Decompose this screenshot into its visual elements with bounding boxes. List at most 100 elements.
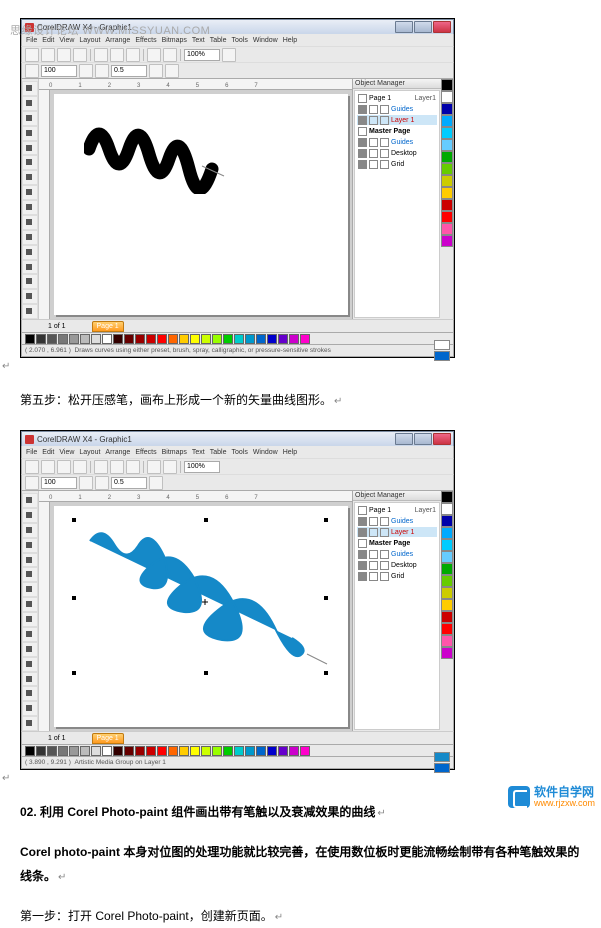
swatch[interactable]: [256, 746, 266, 756]
redo-icon[interactable]: [163, 460, 177, 474]
swatch[interactable]: [58, 746, 68, 756]
menu-item[interactable]: Tools: [231, 37, 247, 44]
swatch[interactable]: [441, 223, 453, 235]
edit-icon[interactable]: [380, 138, 389, 147]
swatch[interactable]: [157, 334, 167, 344]
print-icon[interactable]: [369, 116, 378, 125]
swatch[interactable]: [25, 334, 35, 344]
prop-btn[interactable]: [25, 476, 39, 490]
polygon-tool-icon[interactable]: [22, 612, 38, 627]
ellipse-tool-icon[interactable]: [22, 185, 38, 200]
new-icon[interactable]: [25, 48, 39, 62]
swatch[interactable]: [441, 623, 453, 635]
outline-tool-icon[interactable]: [22, 701, 38, 716]
layer-row[interactable]: Desktop: [357, 560, 437, 570]
next-page-icon[interactable]: [68, 734, 78, 743]
edit-icon[interactable]: [380, 116, 389, 125]
swatch[interactable]: [441, 163, 453, 175]
swatch[interactable]: [267, 334, 277, 344]
swatch[interactable]: [441, 539, 453, 551]
expand-icon[interactable]: [358, 94, 367, 103]
swatch[interactable]: [80, 334, 90, 344]
last-page-icon[interactable]: [80, 322, 90, 331]
maximize-icon[interactable]: [414, 21, 432, 33]
menu-item[interactable]: Arrange: [105, 449, 130, 456]
swatch[interactable]: [441, 635, 453, 647]
swatch[interactable]: [168, 746, 178, 756]
layer-row[interactable]: Desktop: [357, 148, 437, 158]
swatch[interactable]: [113, 334, 123, 344]
menu-item[interactable]: File: [26, 449, 37, 456]
swatch[interactable]: [441, 91, 453, 103]
swatch[interactable]: [58, 334, 68, 344]
print-icon[interactable]: [369, 572, 378, 581]
print-icon[interactable]: [369, 561, 378, 570]
pick-tool-icon[interactable]: [22, 81, 38, 96]
swatch[interactable]: [102, 746, 112, 756]
swatch[interactable]: [441, 211, 453, 223]
swatch[interactable]: [441, 599, 453, 611]
swatch[interactable]: [135, 746, 145, 756]
visibility-icon[interactable]: [358, 116, 367, 125]
swatch[interactable]: [278, 746, 288, 756]
edit-icon[interactable]: [380, 561, 389, 570]
minimize-icon[interactable]: [395, 433, 413, 445]
menu-item[interactable]: Window: [253, 449, 278, 456]
shape-tool-icon[interactable]: [22, 96, 38, 111]
expand-icon[interactable]: [358, 506, 367, 515]
layer-row[interactable]: Guides: [357, 104, 437, 114]
swatch[interactable]: [146, 746, 156, 756]
prop-btn[interactable]: [79, 64, 93, 78]
copy-icon[interactable]: [110, 48, 124, 62]
swatch[interactable]: [47, 334, 57, 344]
layer-master-row[interactable]: Master Page: [357, 538, 437, 548]
visibility-icon[interactable]: [358, 561, 367, 570]
swatch[interactable]: [157, 746, 167, 756]
swatch[interactable]: [441, 587, 453, 599]
undo-icon[interactable]: [147, 48, 161, 62]
page-tab[interactable]: Page 1: [92, 733, 124, 744]
crop-tool-icon[interactable]: [22, 111, 38, 126]
close-icon[interactable]: [433, 433, 451, 445]
swatch[interactable]: [36, 746, 46, 756]
smart-fill-icon[interactable]: [22, 567, 38, 582]
edit-icon[interactable]: [380, 550, 389, 559]
visibility-icon[interactable]: [358, 149, 367, 158]
prop-input[interactable]: [41, 477, 77, 489]
menu-item[interactable]: Window: [253, 37, 278, 44]
swatch[interactable]: [441, 187, 453, 199]
prop-btn[interactable]: [165, 64, 179, 78]
swatch[interactable]: [441, 491, 453, 503]
swatch[interactable]: [441, 127, 453, 139]
zoom-input[interactable]: [184, 49, 220, 61]
freehand-tool-icon[interactable]: [22, 141, 38, 156]
first-page-icon[interactable]: [24, 734, 34, 743]
layer-row-active[interactable]: Layer 1: [357, 527, 437, 537]
swatch[interactable]: [201, 746, 211, 756]
swatch[interactable]: [441, 235, 453, 247]
freehand-tool-icon[interactable]: [22, 553, 38, 568]
swatch[interactable]: [267, 746, 277, 756]
outline-swatch[interactable]: [434, 763, 450, 773]
swatch[interactable]: [289, 334, 299, 344]
rectangle-tool-icon[interactable]: [22, 582, 38, 597]
swatch[interactable]: [179, 334, 189, 344]
prop-btn[interactable]: [149, 476, 163, 490]
swatch[interactable]: [102, 334, 112, 344]
swatch[interactable]: [289, 746, 299, 756]
print-icon[interactable]: [369, 138, 378, 147]
layer-row[interactable]: Grid: [357, 571, 437, 581]
menu-item[interactable]: View: [59, 449, 74, 456]
fill-tool-icon[interactable]: [22, 304, 38, 319]
swatch[interactable]: [441, 199, 453, 211]
table-tool-icon[interactable]: [22, 245, 38, 260]
layer-row[interactable]: Guides: [357, 549, 437, 559]
swatch[interactable]: [441, 575, 453, 587]
zoom-tool-icon[interactable]: [22, 126, 38, 141]
prop-input[interactable]: [41, 65, 77, 77]
layer-page-row[interactable]: Page 1 Layer1: [357, 505, 437, 515]
swatch[interactable]: [441, 527, 453, 539]
swatch[interactable]: [441, 103, 453, 115]
shape-tool-icon[interactable]: [22, 508, 38, 523]
text-tool-icon[interactable]: [22, 642, 38, 657]
